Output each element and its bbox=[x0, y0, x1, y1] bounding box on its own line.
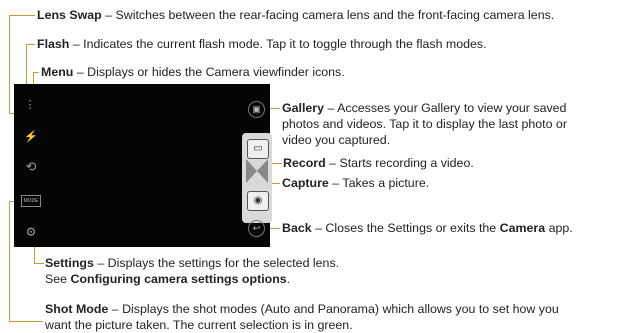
settings-icon[interactable]: ⚙ bbox=[24, 226, 38, 238]
gallery-line-1: Gallery – Accesses your Gallery to view … bbox=[282, 100, 567, 116]
back-annotation: Back – Closes the Settings or exits the … bbox=[282, 220, 573, 236]
capture-desc: – Takes a picture. bbox=[328, 176, 430, 190]
flash-annotation: Flash – Indicates the current flash mode… bbox=[37, 36, 487, 52]
record-term: Record bbox=[283, 156, 326, 170]
mode-divider-icon bbox=[246, 159, 268, 183]
flash-desc: – Indicates the current flash mode. Tap … bbox=[69, 37, 487, 51]
capture-button[interactable]: ◉ bbox=[247, 191, 269, 211]
shot-mode-line-1: Shot Mode – Displays the shot modes (Aut… bbox=[45, 301, 559, 317]
capture-term: Capture bbox=[282, 176, 329, 190]
shot-mode-line-2: want the picture taken. The current sele… bbox=[45, 318, 353, 332]
shot-mode-desc-1: – Displays the shot modes (Auto and Pano… bbox=[108, 302, 559, 316]
settings-line-2: See Configuring camera settings options. bbox=[45, 271, 339, 287]
lens-swap-icon[interactable]: ⟲ bbox=[24, 160, 38, 173]
back-desc: – Closes the Settings or exits the bbox=[311, 221, 500, 235]
back-button[interactable]: ↩ bbox=[248, 220, 265, 237]
settings-annotation: Settings – Displays the settings for the… bbox=[45, 255, 339, 287]
settings-term: Settings bbox=[45, 256, 94, 270]
record-desc: – Starts recording a video. bbox=[325, 156, 474, 170]
gallery-button[interactable]: ▣ bbox=[248, 101, 265, 118]
shot-mode-term: Shot Mode bbox=[45, 302, 109, 316]
settings-link[interactable]: Configuring camera settings options bbox=[71, 272, 287, 286]
gallery-annotation: Gallery – Accesses your Gallery to view … bbox=[282, 100, 567, 148]
menu-annotation: Menu – Displays or hides the Camera view… bbox=[41, 64, 345, 80]
menu-icon[interactable]: ⋮ bbox=[24, 99, 36, 111]
flash-term: Flash bbox=[37, 37, 70, 51]
camera-viewfinder: ⋮ ⚡ ⟲ MODE ⚙ ▣ ▭ ◉ ↩ bbox=[14, 84, 272, 247]
settings-desc: – Displays the settings for the selected… bbox=[93, 256, 340, 270]
gallery-desc-1: – Accesses your Gallery to view your sav… bbox=[324, 101, 567, 115]
record-annotation: Record – Starts recording a video. bbox=[283, 155, 474, 171]
capture-bar: ▭ ◉ bbox=[242, 133, 272, 223]
flash-icon[interactable]: ⚡ bbox=[24, 131, 38, 143]
gallery-line-2: photos and videos. Tap it to display the… bbox=[282, 117, 567, 131]
back-term: Back bbox=[282, 221, 312, 235]
lens-swap-desc: – Switches between the rear-facing camer… bbox=[101, 8, 555, 22]
shot-mode-button[interactable]: MODE bbox=[21, 195, 41, 207]
menu-desc: – Displays or hides the Camera viewfinde… bbox=[73, 65, 345, 79]
lens-swap-annotation: Lens Swap – Switches between the rear-fa… bbox=[37, 7, 554, 23]
record-button[interactable]: ▭ bbox=[247, 139, 269, 159]
back-tail: app. bbox=[545, 221, 573, 235]
shot-mode-annotation: Shot Mode – Displays the shot modes (Aut… bbox=[45, 301, 559, 333]
back-app-name: Camera bbox=[499, 221, 546, 235]
gallery-line-3: video you captured. bbox=[282, 133, 391, 147]
lens-swap-term: Lens Swap bbox=[37, 8, 102, 22]
settings-line-1: Settings – Displays the settings for the… bbox=[45, 255, 339, 271]
gallery-term: Gallery bbox=[282, 101, 325, 115]
settings-end: . bbox=[286, 272, 291, 286]
capture-annotation: Capture – Takes a picture. bbox=[282, 175, 429, 191]
menu-term: Menu bbox=[41, 65, 74, 79]
settings-see: See bbox=[45, 272, 71, 286]
